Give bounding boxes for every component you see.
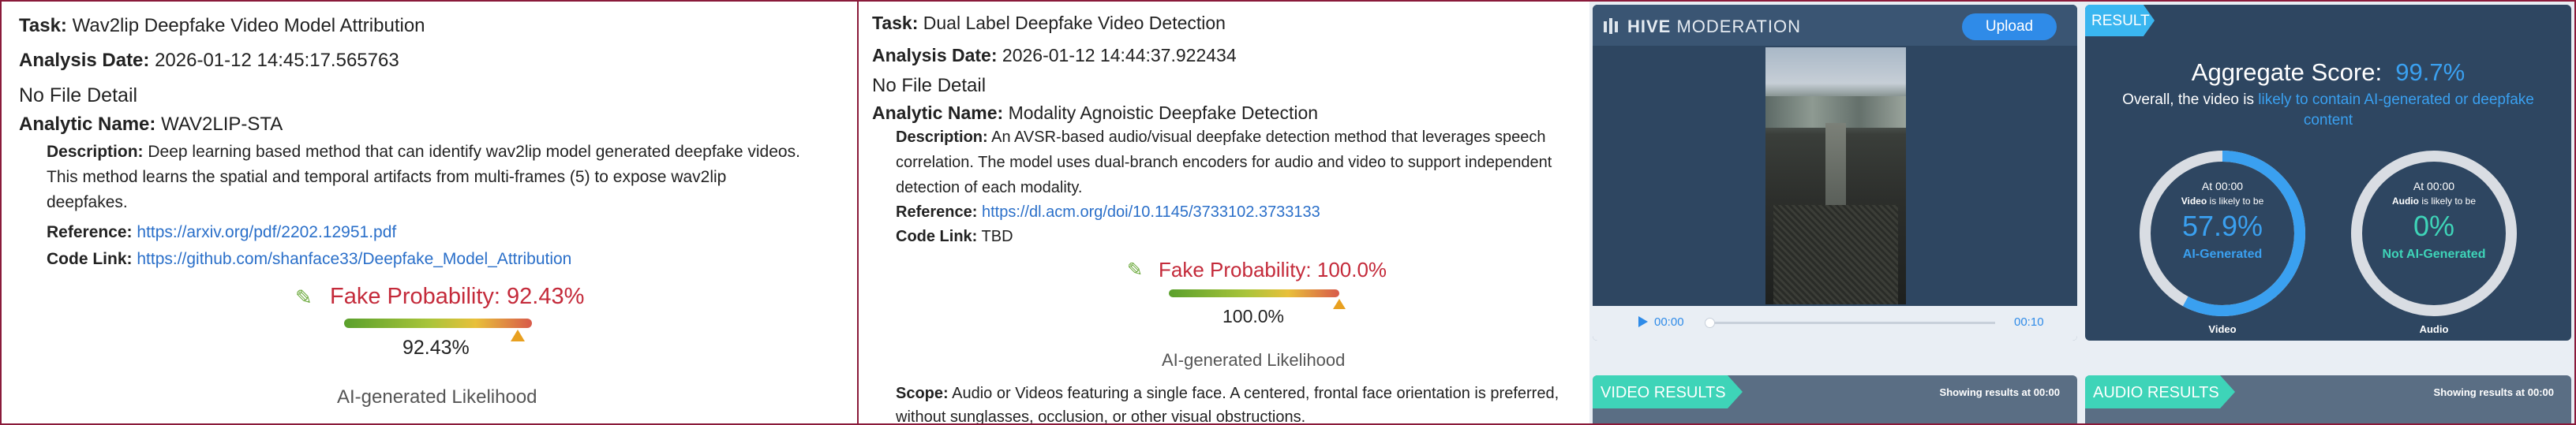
audio-gauge: At 00:00 Audio is likely to be 0% Not AI… bbox=[2347, 147, 2521, 320]
likelihood-label: AI-generated Likelihood bbox=[1162, 350, 1346, 370]
wav2lip-result-panel: Task: Wav2lip Deepfake Video Model Attri… bbox=[0, 0, 859, 425]
video-caption: Video bbox=[2208, 323, 2237, 335]
play-icon[interactable] bbox=[1638, 316, 1648, 327]
video-frame[interactable] bbox=[1765, 47, 1906, 304]
hive-logo-text: HIVE MODERATION bbox=[1627, 17, 1801, 36]
analytic-name-row: Analytic Name: Modality Agnoistic Deepfa… bbox=[872, 103, 1319, 123]
fake-probability: Fake Probability: 92.43% bbox=[330, 284, 585, 309]
reference-row: Reference: https://arxiv.org/pdf/2202.12… bbox=[47, 223, 397, 241]
probability-marker bbox=[510, 330, 525, 341]
code-link[interactable]: https://github.com/shanface33/Deepfake_M… bbox=[137, 250, 571, 268]
task-row: Task: Wav2lip Deepfake Video Model Attri… bbox=[19, 15, 425, 36]
code-link-row: Code Link: TBD bbox=[896, 228, 1013, 245]
hive-logo-icon bbox=[1604, 18, 1621, 34]
video-results-card: VIDEO RESULTS Showing results at 00:00 bbox=[1593, 375, 2077, 423]
analysis-date-row: Analysis Date: 2026-01-12 14:45:17.56576… bbox=[19, 50, 399, 71]
seek-handle[interactable] bbox=[1705, 318, 1715, 328]
probability-bar bbox=[344, 319, 532, 328]
upload-button[interactable]: Upload bbox=[1962, 13, 2057, 40]
file-detail: No File Detail bbox=[19, 84, 138, 106]
probability-value: 100.0% bbox=[1222, 306, 1285, 326]
probability-value: 92.43% bbox=[402, 337, 470, 359]
audio-caption: Audio bbox=[2419, 323, 2449, 335]
video-controls: 00:00 00:10 bbox=[1593, 306, 2077, 341]
scope: Scope: Audio or Videos featuring a singl… bbox=[896, 385, 1559, 425]
probability-bar bbox=[1169, 289, 1339, 297]
description: Description: Deep learning based method … bbox=[47, 143, 800, 211]
current-time: 00:00 bbox=[1654, 315, 1684, 329]
aggregate-score: Aggregate Score: 99.7% bbox=[2191, 58, 2466, 86]
description: Description: An AVSR-based audio/visual … bbox=[896, 129, 1552, 196]
probe-icon: ✎ bbox=[1127, 259, 1144, 281]
showing-results: Showing results at 00:00 bbox=[1939, 386, 2060, 398]
fake-probability: Fake Probability: 100.0% bbox=[1159, 258, 1387, 281]
task-row: Task: Dual Label Deepfake Video Detectio… bbox=[872, 13, 1226, 33]
file-detail: No File Detail bbox=[872, 75, 987, 96]
video-player-card: HIVE MODERATION Upload 00:00 00:10 bbox=[1593, 5, 2077, 341]
end-time: 00:10 bbox=[2014, 315, 2044, 329]
showing-results: Showing results at 00:00 bbox=[2433, 386, 2554, 398]
seek-bar[interactable] bbox=[1709, 322, 1995, 324]
code-link-row: Code Link: https://github.com/shanface33… bbox=[47, 250, 572, 268]
overall-summary: Overall, the video is likely to contain … bbox=[2122, 91, 2534, 129]
video-score: 57.9% bbox=[2181, 210, 2263, 242]
analysis-date-row: Analysis Date: 2026-01-12 14:44:37.92243… bbox=[872, 45, 1237, 65]
result-card: RESULT Aggregate Score: 99.7% Overall, t… bbox=[2085, 5, 2571, 341]
audio-score: 0% bbox=[2413, 210, 2455, 242]
reference-row: Reference: https://dl.acm.org/doi/10.114… bbox=[896, 203, 1320, 221]
reference-link[interactable]: https://dl.acm.org/doi/10.1145/3733102.3… bbox=[982, 203, 1320, 221]
dual-label-result-panel: Task: Dual Label Deepfake Video Detectio… bbox=[859, 0, 1589, 425]
probe-icon: ✎ bbox=[295, 285, 313, 309]
reference-link[interactable]: https://arxiv.org/pdf/2202.12951.pdf bbox=[137, 223, 396, 241]
analytic-name-row: Analytic Name: WAV2LIP-STA bbox=[19, 114, 283, 135]
hive-moderation-panel: HIVE MODERATION Upload 00:00 00:10 RESUL… bbox=[1589, 0, 2576, 425]
video-gauge: At 00:00 Video is likely to be 57.9% AI-… bbox=[2136, 147, 2309, 320]
audio-results-card: AUDIO RESULTS Showing results at 00:00 bbox=[2085, 375, 2571, 423]
probability-marker bbox=[1333, 299, 1346, 309]
likelihood-label: AI-generated Likelihood bbox=[337, 386, 537, 408]
